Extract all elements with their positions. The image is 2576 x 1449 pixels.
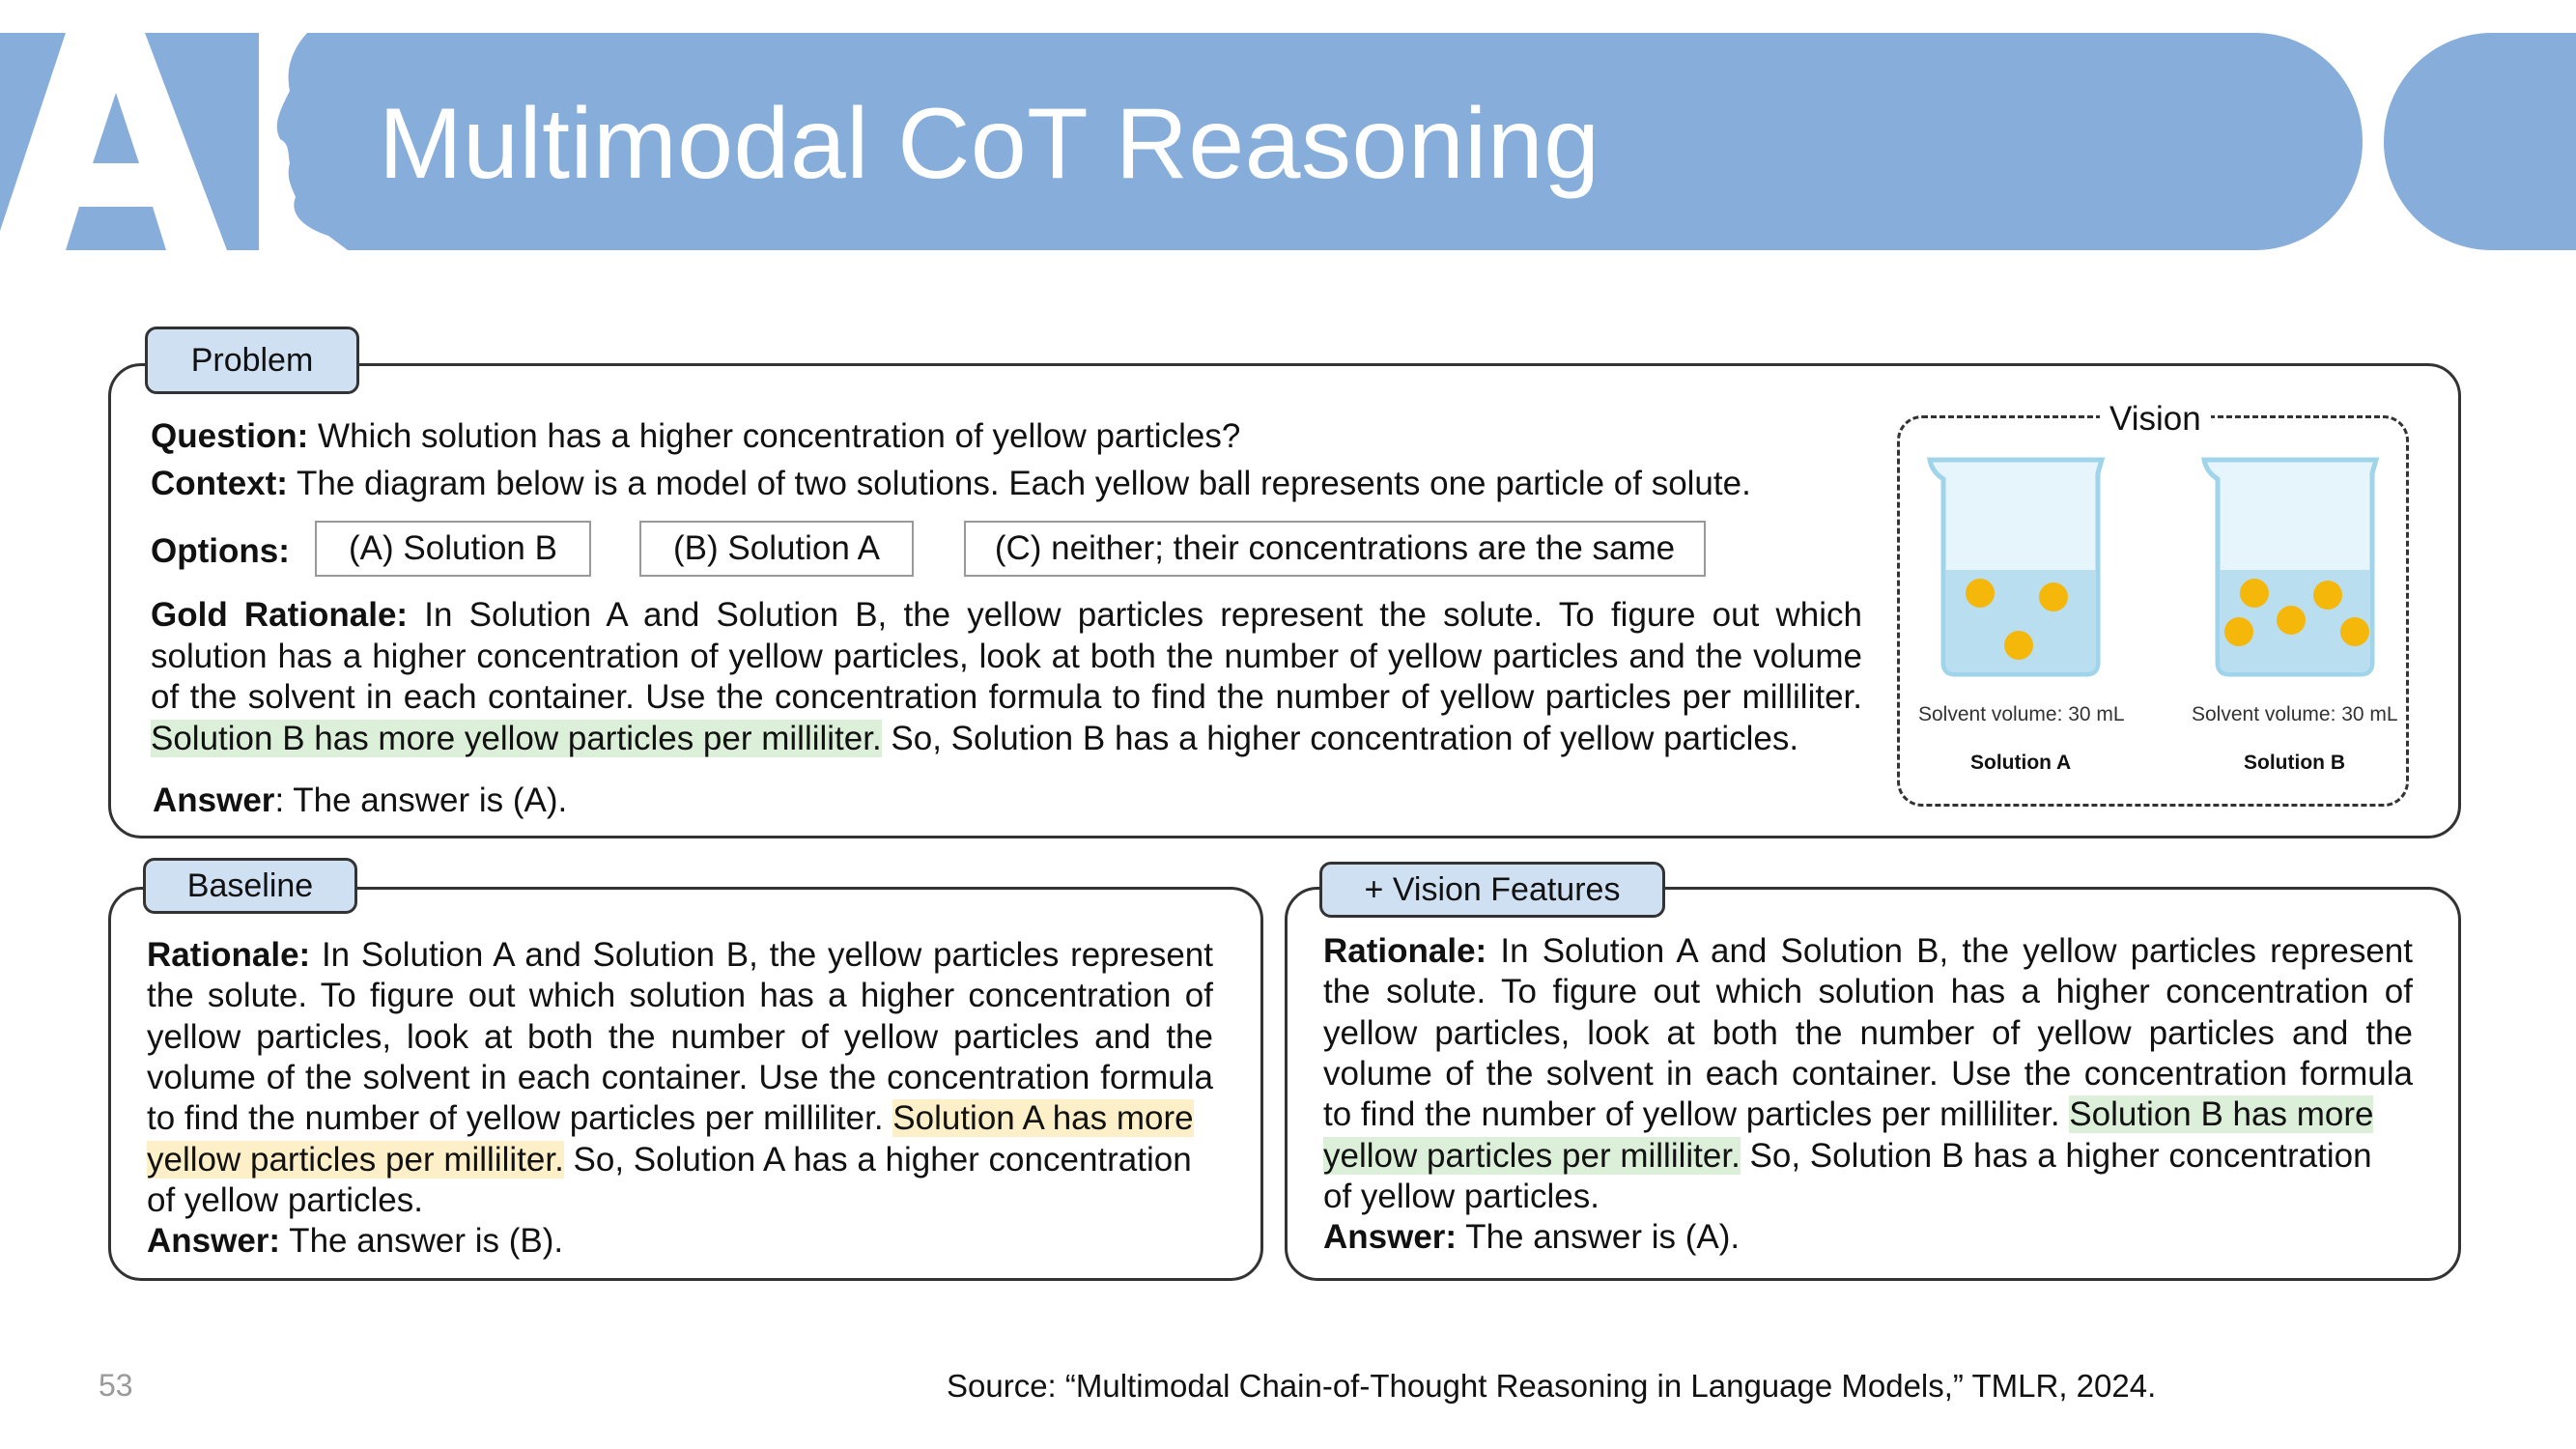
particle (1966, 579, 1995, 608)
vision-line-1: Rationale: In Solution A and Solution B,… (1323, 932, 2413, 970)
question-label: Question: (151, 417, 309, 455)
question-text: Which solution has a higher concentratio… (308, 417, 1241, 455)
baseline-line-1: Rationale: In Solution A and Solution B,… (147, 936, 1213, 974)
option-b: (B) Solution A (639, 521, 914, 577)
beaker-solution-b (2201, 457, 2380, 677)
vision-label: Vision (2100, 400, 2211, 439)
gold-rationale-label: Gold Rationale: (151, 596, 409, 634)
gold-rationale: Gold Rationale: In Solution A and Soluti… (151, 595, 1862, 759)
source-citation: Source: “Multimodal Chain-of-Thought Rea… (947, 1368, 2157, 1404)
vision-highlight-b: yellow particles per milliliter. (1323, 1137, 1741, 1175)
particle (2224, 617, 2253, 646)
vision-line-3: yellow particles, look at both the numbe… (1323, 1014, 2413, 1052)
context-line: Context: The diagram below is a model of… (151, 464, 1751, 504)
baseline-answer-label: Answer: (147, 1222, 281, 1260)
baseline-rationale-label: Rationale: (147, 936, 311, 974)
option-a: (A) Solution B (315, 521, 591, 577)
baseline-line-4: volume of the solvent in each container.… (147, 1059, 1213, 1096)
baseline-line-2: the solute. To figure out which solution… (147, 977, 1213, 1014)
baseline-highlight-b: yellow particles per milliliter. (147, 1141, 564, 1179)
gold-rationale-text: In Solution A and Solution B, the yellow… (151, 596, 1863, 716)
vision-line-7: of yellow particles. (1323, 1178, 1599, 1215)
baseline-line-3: yellow particles, look at both the numbe… (147, 1018, 1213, 1056)
vision-answer: Answer: The answer is (A). (1323, 1218, 1741, 1256)
options-label: Options: (151, 532, 290, 570)
particle (2340, 617, 2369, 646)
particle (2039, 582, 2068, 611)
problem-answer: Answer: The answer is (A). (153, 781, 567, 821)
particle (2313, 581, 2342, 610)
baseline-highlight-a: Solution A has more (892, 1099, 1194, 1137)
vision-line-4: volume of the solvent in each container.… (1323, 1055, 2413, 1093)
ai-logo (0, 33, 348, 250)
problem-answer-label: Answer (153, 781, 275, 819)
vision-answer-label: Answer: (1323, 1218, 1458, 1256)
vision-line-5: to find the number of yellow particles p… (1323, 1095, 2374, 1133)
beaker-b-name: Solution B (2244, 752, 2345, 774)
title-banner-right-cap (2384, 33, 2576, 250)
vision-line-6: yellow particles per milliliter. So, Sol… (1323, 1137, 2372, 1175)
vision-highlight-a: Solution B has more (2069, 1095, 2374, 1133)
gold-highlight: Solution B has more yellow particles per… (151, 719, 882, 757)
vision-rationale-label: Rationale: (1323, 932, 1487, 970)
baseline-answer: Answer: The answer is (B). (147, 1222, 564, 1260)
vision-line-2: the solute. To figure out which solution… (1323, 973, 2413, 1010)
vision-features-tag: + Vision Features (1319, 862, 1665, 918)
baseline-line-6: yellow particles per milliliter. So, Sol… (147, 1141, 1192, 1179)
particle (2004, 631, 2033, 660)
baseline-line-5: to find the number of yellow particles p… (147, 1099, 1194, 1137)
particle (2240, 579, 2269, 608)
context-text: The diagram below is a model of two solu… (287, 465, 1751, 502)
option-c: (C) neither; their concentrations are th… (964, 521, 1706, 577)
question-line: Question: Which solution has a higher co… (151, 416, 1240, 457)
page-number: 53 (99, 1368, 133, 1403)
particle (2277, 606, 2306, 635)
baseline-tag: Baseline (143, 858, 357, 914)
gold-tail: So, Solution B has a higher concentratio… (881, 719, 1799, 757)
beaker-b-caption: Solvent volume: 30 mL (2192, 703, 2398, 725)
beaker-a-caption: Solvent volume: 30 mL (1918, 703, 2125, 725)
slide-title: Multimodal CoT Reasoning (379, 88, 1600, 200)
problem-answer-text: : The answer is (A). (274, 781, 568, 819)
beaker-a-name: Solution A (1970, 752, 2072, 774)
problem-tag: Problem (145, 327, 359, 394)
baseline-line-7: of yellow particles. (147, 1181, 423, 1219)
beaker-solution-a (1927, 457, 2106, 677)
context-label: Context: (151, 465, 288, 502)
